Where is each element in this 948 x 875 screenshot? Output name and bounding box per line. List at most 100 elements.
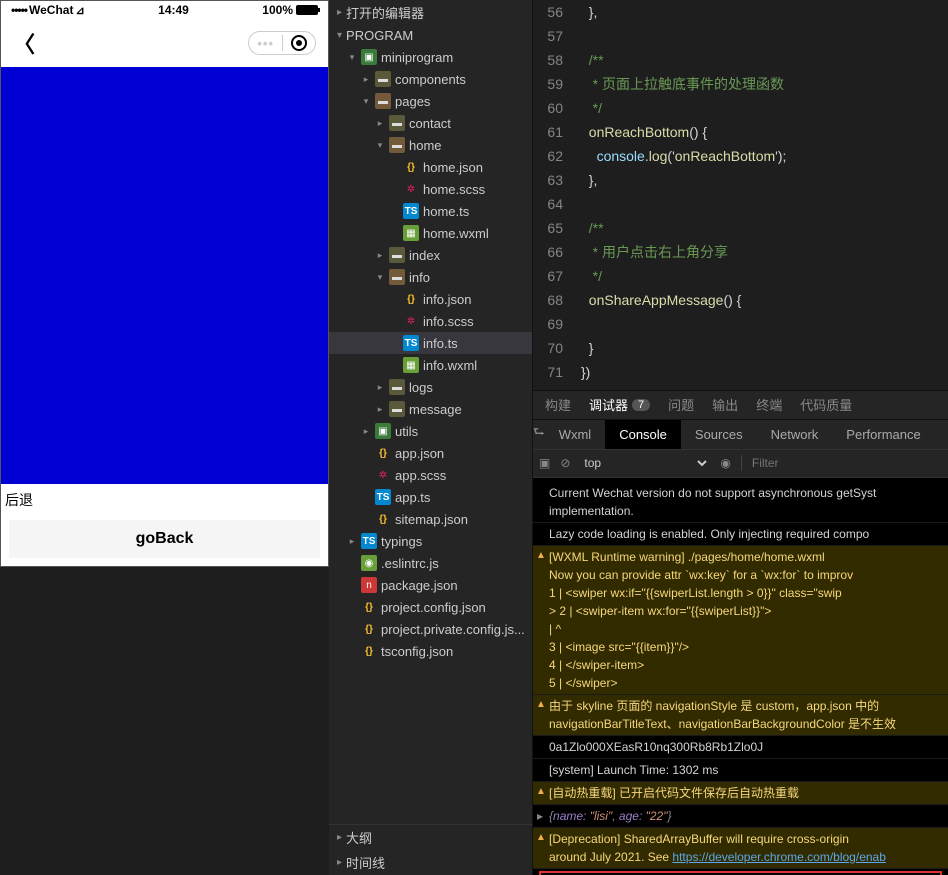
console-warning: 由于 skyline 页面的 navigationStyle 是 custom，… xyxy=(533,695,948,736)
wxml-icon: ▦ xyxy=(403,357,419,373)
folder-contact[interactable]: ▸▬contact xyxy=(329,112,532,134)
folder-logs[interactable]: ▸▬logs xyxy=(329,376,532,398)
back-text-label: 后退 xyxy=(1,484,328,516)
live-expr-icon[interactable]: ◉ xyxy=(720,456,730,470)
folder-info[interactable]: ▾▬info xyxy=(329,266,532,288)
capsule-menu[interactable]: ••• xyxy=(248,31,316,55)
time-label: 14:49 xyxy=(158,3,189,17)
folder-home[interactable]: ▾▬home xyxy=(329,134,532,156)
folder-components[interactable]: ▸▬components xyxy=(329,68,532,90)
devtools-tabs: ⮑ Wxml Console Sources Network Performan… xyxy=(533,420,948,450)
json-icon: {} xyxy=(361,621,377,637)
folder-icon: ▬ xyxy=(389,137,405,153)
deprecation-link[interactable]: https://developer.chrome.com/blog/enab xyxy=(672,850,885,864)
tab-debugger[interactable]: 调试器7 xyxy=(589,395,650,414)
bottom-tabs: 构建 调试器7 问题 输出 终端 代码质量 xyxy=(533,390,948,420)
folder-message[interactable]: ▸▬message xyxy=(329,398,532,420)
filter-input[interactable] xyxy=(752,456,942,470)
outline-section[interactable]: ▸大纲 xyxy=(329,825,532,850)
wxml-icon: ▦ xyxy=(403,225,419,241)
folder-icon: ▬ xyxy=(389,247,405,263)
folder-index[interactable]: ▸▬index xyxy=(329,244,532,266)
file-home-json[interactable]: {}home.json xyxy=(329,156,532,178)
folder-utils[interactable]: ▸▣utils xyxy=(329,420,532,442)
folder-icon: ▣ xyxy=(361,49,377,65)
file-home-ts[interactable]: TShome.ts xyxy=(329,200,532,222)
devtab-sources[interactable]: Sources xyxy=(681,420,757,449)
file-info-scss[interactable]: ✲info.scss xyxy=(329,310,532,332)
inspect-icon[interactable]: ⮑ xyxy=(533,423,545,445)
file-app-scss[interactable]: ✲app.scss xyxy=(329,464,532,486)
file-info-wxml[interactable]: ▦info.wxml xyxy=(329,354,532,376)
menu-dots-icon[interactable]: ••• xyxy=(257,36,274,51)
json-icon: {} xyxy=(403,291,419,307)
tab-problems[interactable]: 问题 xyxy=(668,395,694,414)
console-output[interactable]: Current Wechat version do not support as… xyxy=(533,478,948,875)
console-object[interactable]: {name: "lisi", age: "22"} xyxy=(533,805,948,828)
file-package-json[interactable]: npackage.json xyxy=(329,574,532,596)
folder-icon: ▬ xyxy=(389,269,405,285)
tab-terminal[interactable]: 终端 xyxy=(756,395,782,414)
devtab-wxml[interactable]: Wxml xyxy=(545,420,606,449)
timeline-section[interactable]: ▸时间线 xyxy=(329,850,532,875)
highlighted-log[interactable]: 4 onReachBottom xyxy=(539,871,942,875)
carrier-label: WeChat xyxy=(29,3,73,17)
devtab-performance[interactable]: Performance xyxy=(832,420,934,449)
ts-folder-icon: TS xyxy=(361,533,377,549)
folder-icon: ▬ xyxy=(375,71,391,87)
project-root[interactable]: ▾PROGRAM xyxy=(329,25,532,46)
file-app-ts[interactable]: TSapp.ts xyxy=(329,486,532,508)
console-toolbar: ▣ ⊘ top ◉ xyxy=(533,450,948,478)
file-sitemap-json[interactable]: {}sitemap.json xyxy=(329,508,532,530)
tab-quality[interactable]: 代码质量 xyxy=(800,395,852,414)
code-editor[interactable]: 56 },5758 /**59 * 页面上拉触底事件的处理函数60 */61 o… xyxy=(533,0,948,390)
file-project-config[interactable]: {}project.config.json xyxy=(329,596,532,618)
scss-icon: ✲ xyxy=(375,467,391,483)
file-tsconfig[interactable]: {}tsconfig.json xyxy=(329,640,532,662)
file-info-ts[interactable]: TSinfo.ts xyxy=(329,332,532,354)
close-target-icon[interactable] xyxy=(291,35,307,51)
json-icon: {} xyxy=(361,599,377,615)
ts-icon: TS xyxy=(403,335,419,351)
page-body[interactable] xyxy=(1,67,328,484)
battery-label: 100% xyxy=(262,3,293,17)
context-select[interactable]: top xyxy=(580,455,710,471)
console-warning: [WXML Runtime warning] ./pages/home/home… xyxy=(533,546,948,695)
goback-button[interactable]: goBack xyxy=(9,520,320,558)
opened-editors-section[interactable]: ▸打开的编辑器 xyxy=(329,0,532,25)
tab-output[interactable]: 输出 xyxy=(712,395,738,414)
file-explorer[interactable]: ▸打开的编辑器 ▾PROGRAM ▾▣miniprogram ▸▬compone… xyxy=(329,0,533,875)
folder-icon: ▬ xyxy=(389,379,405,395)
scss-icon: ✲ xyxy=(403,181,419,197)
back-icon[interactable]: 〈 xyxy=(13,27,35,59)
console-warning: [自动热重载] 已开启代码文件保存后自动热重载 xyxy=(533,782,948,805)
folder-icon: ▬ xyxy=(389,115,405,131)
clear-console-icon[interactable]: ⊘ xyxy=(560,456,570,470)
file-project-private[interactable]: {}project.private.config.js... xyxy=(329,618,532,640)
file-home-wxml[interactable]: ▦home.wxml xyxy=(329,222,532,244)
console-log: Current Wechat version do not support as… xyxy=(533,482,948,523)
ts-icon: TS xyxy=(403,203,419,219)
file-app-json[interactable]: {}app.json xyxy=(329,442,532,464)
json-icon: {} xyxy=(403,159,419,175)
devtab-memory[interactable]: Me xyxy=(935,420,948,449)
devtab-network[interactable]: Network xyxy=(757,420,833,449)
folder-pages[interactable]: ▾▬pages xyxy=(329,90,532,112)
wifi-icon: ⊿ xyxy=(75,4,84,17)
file-home-scss[interactable]: ✲home.scss xyxy=(329,178,532,200)
devtab-console[interactable]: Console xyxy=(605,420,681,449)
scss-icon: ✲ xyxy=(403,313,419,329)
file-info-json[interactable]: {}info.json xyxy=(329,288,532,310)
file-eslintrc[interactable]: ◉.eslintrc.js xyxy=(329,552,532,574)
folder-icon: ▣ xyxy=(375,423,391,439)
folder-miniprogram[interactable]: ▾▣miniprogram xyxy=(329,46,532,68)
sidebar-toggle-icon[interactable]: ▣ xyxy=(539,456,550,470)
status-bar: ••••• WeChat ⊿ 14:49 100% xyxy=(1,1,328,19)
eslint-icon: ◉ xyxy=(361,555,377,571)
console-log: 0a1Zlo000XEasR10nq300Rb8Rb1Zlo0J xyxy=(533,736,948,759)
ts-icon: TS xyxy=(375,489,391,505)
json-icon: {} xyxy=(375,445,391,461)
json-icon: {} xyxy=(375,511,391,527)
folder-typings[interactable]: ▸TStypings xyxy=(329,530,532,552)
tab-build[interactable]: 构建 xyxy=(545,395,571,414)
